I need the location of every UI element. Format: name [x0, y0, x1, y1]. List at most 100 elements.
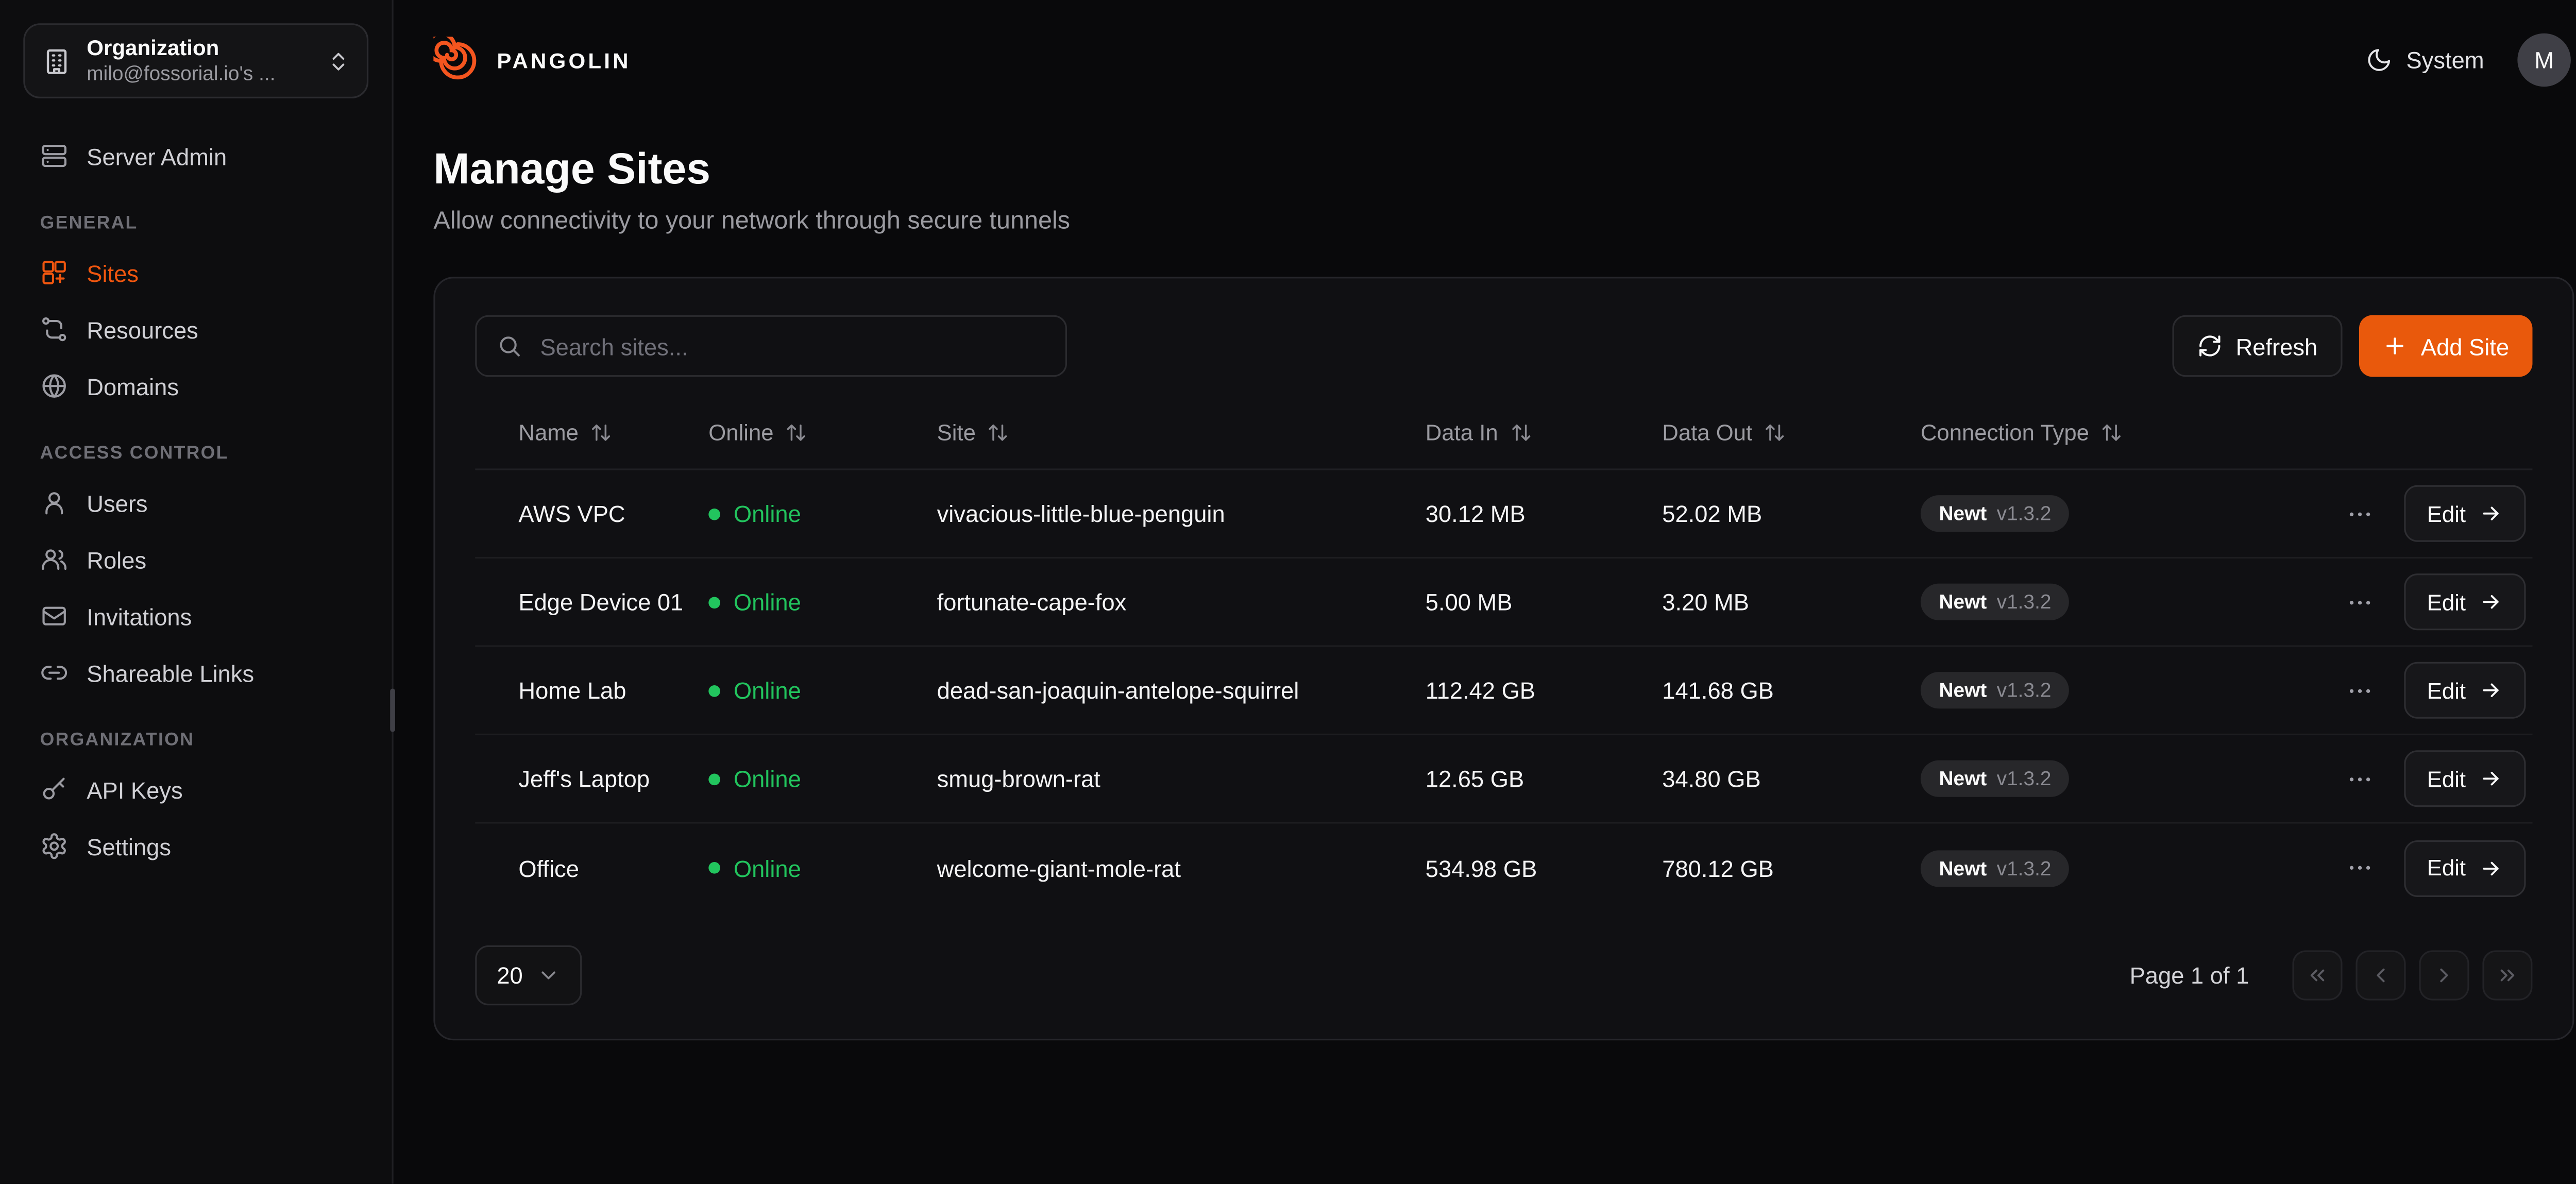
cell-site: dead-san-joaquin-antelope-squirrel: [937, 677, 1426, 704]
sort-icon: [988, 422, 1009, 444]
user-icon: [40, 488, 69, 517]
arrow-right-icon: [2479, 767, 2502, 790]
cell-data-out: 3.20 MB: [1662, 588, 1921, 615]
sidebar-item-label: API Keys: [87, 776, 182, 803]
row-menu-button[interactable]: [2345, 854, 2374, 882]
pagination: Page 1 of 1: [2130, 951, 2533, 1001]
cell-site: fortunate-cape-fox: [937, 588, 1426, 615]
sidebar-item-label: Resources: [87, 316, 198, 343]
sidebar-item-label: Roles: [87, 546, 146, 573]
cell-data-out: 780.12 GB: [1662, 854, 1921, 881]
sidebar-item-shareable-links[interactable]: Shareable Links: [23, 645, 368, 700]
org-selector[interactable]: Organization milo@fossorial.io's ...: [23, 23, 368, 98]
cell-online: Online: [708, 500, 937, 527]
edit-button[interactable]: Edit: [2403, 662, 2526, 719]
edit-button[interactable]: Edit: [2403, 485, 2526, 542]
row-menu-button[interactable]: [2345, 676, 2374, 704]
cell-name: AWS VPC: [475, 500, 708, 527]
topbar: PANGOLIN System M: [394, 0, 2576, 120]
table-header-row: Name Online Site Data In: [475, 397, 2532, 470]
add-site-button[interactable]: Add Site: [2359, 315, 2532, 377]
chevrons-left-icon: [2306, 963, 2329, 987]
add-site-label: Add Site: [2421, 333, 2509, 360]
cell-name: Home Lab: [475, 677, 708, 704]
chevron-down-icon: [536, 963, 560, 987]
sites-grid-icon: [40, 259, 69, 287]
sidebar-item-label: Domains: [87, 373, 179, 399]
app: Organization milo@fossorial.io's ... Ser…: [0, 0, 2576, 1184]
chevrons-right-icon: [2496, 963, 2519, 987]
sidebar-item-users[interactable]: Users: [23, 475, 368, 530]
first-page-button[interactable]: [2293, 951, 2343, 1001]
edit-button[interactable]: Edit: [2403, 839, 2526, 896]
cell-data-in: 534.98 GB: [1426, 854, 1663, 881]
sidebar-item-api-keys[interactable]: API Keys: [23, 762, 368, 817]
theme-toggle-button[interactable]: System: [2366, 47, 2484, 74]
section-label-organization: ORGANIZATION: [40, 730, 352, 750]
cell-data-out: 52.02 MB: [1662, 500, 1921, 527]
connection-type-badge: Newtv1.3.2: [1921, 672, 2070, 708]
cell-actions: Edit: [2337, 662, 2533, 719]
card-toolbar: Refresh Add Site: [475, 315, 2532, 377]
arrow-right-icon: [2479, 856, 2502, 879]
arrow-right-icon: [2479, 590, 2502, 614]
avatar[interactable]: M: [2517, 33, 2571, 87]
column-header-site[interactable]: Site: [937, 420, 1426, 445]
theme-label: System: [2406, 47, 2484, 74]
sidebar-resize-handle[interactable]: [390, 688, 395, 732]
brand-logo[interactable]: PANGOLIN: [433, 36, 631, 84]
sidebar-item-sites[interactable]: Sites: [23, 245, 368, 300]
cell-data-in: 12.65 GB: [1426, 765, 1663, 792]
search-box: [475, 315, 1067, 377]
refresh-label: Refresh: [2236, 333, 2318, 360]
search-input[interactable]: [537, 331, 1045, 361]
sidebar-item-label: Server Admin: [87, 143, 227, 170]
column-header-data-out[interactable]: Data Out: [1662, 420, 1921, 445]
cell-data-in: 112.42 GB: [1426, 677, 1663, 704]
connection-type-badge: Newtv1.3.2: [1921, 495, 2070, 532]
sort-icon: [590, 422, 612, 444]
sidebar-item-resources[interactable]: Resources: [23, 302, 368, 357]
sidebar-item-settings[interactable]: Settings: [23, 819, 368, 874]
sidebar-item-label: Users: [87, 489, 147, 516]
arrow-right-icon: [2479, 679, 2502, 702]
column-header-connection-type[interactable]: Connection Type: [1921, 420, 2337, 445]
row-menu-button[interactable]: [2345, 588, 2374, 616]
refresh-button[interactable]: Refresh: [2173, 315, 2343, 377]
sidebar-item-domains[interactable]: Domains: [23, 359, 368, 414]
column-header-online[interactable]: Online: [708, 420, 937, 445]
sort-icon: [785, 422, 807, 444]
cell-name: Edge Device 01: [475, 588, 708, 615]
cell-connection-type: Newtv1.3.2: [1921, 672, 2337, 708]
online-dot: [708, 862, 720, 874]
sort-icon: [1510, 422, 1531, 444]
column-header-name[interactable]: Name: [475, 420, 708, 445]
cell-connection-type: Newtv1.3.2: [1921, 584, 2337, 620]
row-menu-button[interactable]: [2345, 499, 2374, 528]
globe-icon: [40, 372, 69, 400]
sidebar-item-server-admin[interactable]: Server Admin: [23, 128, 368, 183]
column-header-data-in[interactable]: Data In: [1426, 420, 1663, 445]
page-subtitle: Allow connectivity to your network throu…: [433, 207, 2574, 235]
cell-connection-type: Newtv1.3.2: [1921, 760, 2337, 797]
sidebar-item-roles[interactable]: Roles: [23, 532, 368, 587]
table-row: Office Online welcome-giant-mole-rat 534…: [475, 824, 2532, 912]
cell-data-out: 34.80 GB: [1662, 765, 1921, 792]
edit-button[interactable]: Edit: [2403, 750, 2526, 807]
arrow-right-icon: [2479, 502, 2502, 525]
online-dot: [708, 773, 720, 785]
next-page-button[interactable]: [2419, 951, 2469, 1001]
cell-site: welcome-giant-mole-rat: [937, 854, 1426, 881]
sidebar-nav: Server Admin GENERAL Sites Resources Do: [23, 128, 368, 873]
sidebar-item-invitations[interactable]: Invitations: [23, 588, 368, 644]
section-label-general: GENERAL: [40, 213, 352, 233]
last-page-button[interactable]: [2482, 951, 2532, 1001]
sidebar-item-label: Sites: [87, 259, 139, 286]
org-subtitle: milo@fossorial.io's ...: [87, 61, 312, 87]
prev-page-button[interactable]: [2355, 951, 2405, 1001]
moon-icon: [2366, 47, 2393, 74]
sites-table: Name Online Site Data In: [475, 397, 2532, 912]
row-menu-button[interactable]: [2345, 765, 2374, 793]
edit-button[interactable]: Edit: [2403, 573, 2526, 630]
page-size-select[interactable]: 20: [475, 945, 581, 1005]
